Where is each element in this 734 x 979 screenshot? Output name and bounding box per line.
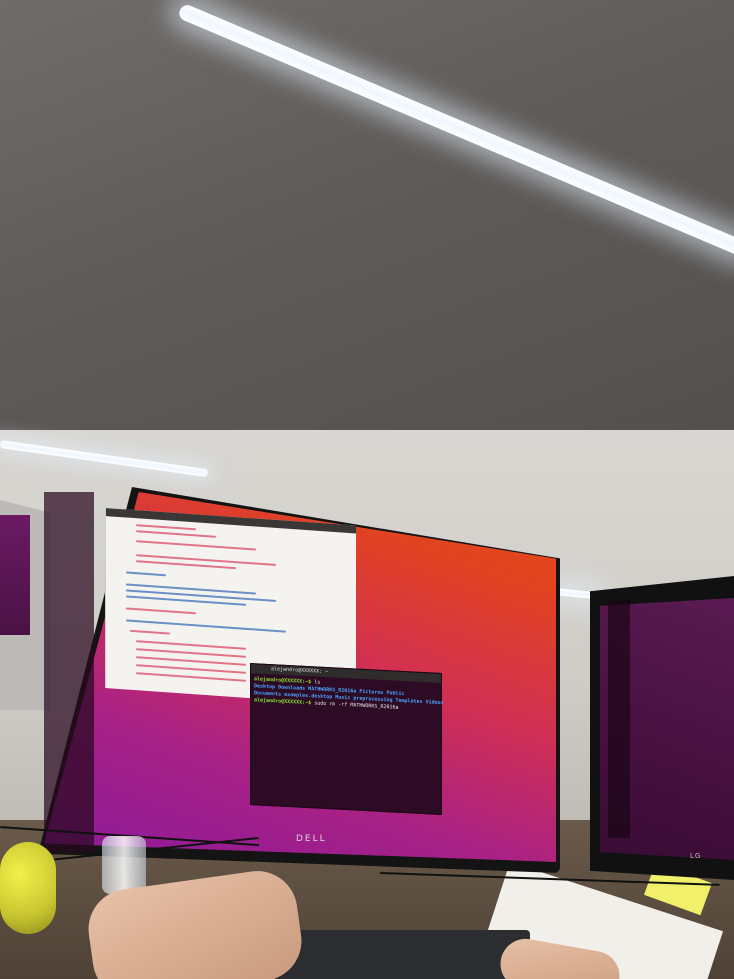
right-ubuntu-launcher (608, 600, 630, 838)
yellow-headphones (0, 842, 56, 934)
water-bottle (102, 836, 146, 894)
code-line (136, 540, 256, 551)
terminal-command: ls (311, 679, 321, 686)
code-line (136, 524, 196, 531)
monitor-brand-logo: DELL (296, 834, 327, 844)
code-line (136, 672, 246, 682)
photo-scene: alejandro@XXXXXX: ~ alejandro@XXXXXX:~$ … (0, 0, 734, 979)
ubuntu-launcher (44, 492, 94, 852)
right-monitor-brand-logo: LG (690, 852, 702, 860)
left-monitor-screen (0, 515, 30, 635)
code-line (126, 571, 166, 577)
code-line (130, 629, 170, 635)
code-line (136, 530, 216, 538)
code-line (126, 607, 196, 615)
terminal-window[interactable]: alejandro@XXXXXX: ~ alejandro@XXXXXX:~$ … (250, 663, 444, 816)
